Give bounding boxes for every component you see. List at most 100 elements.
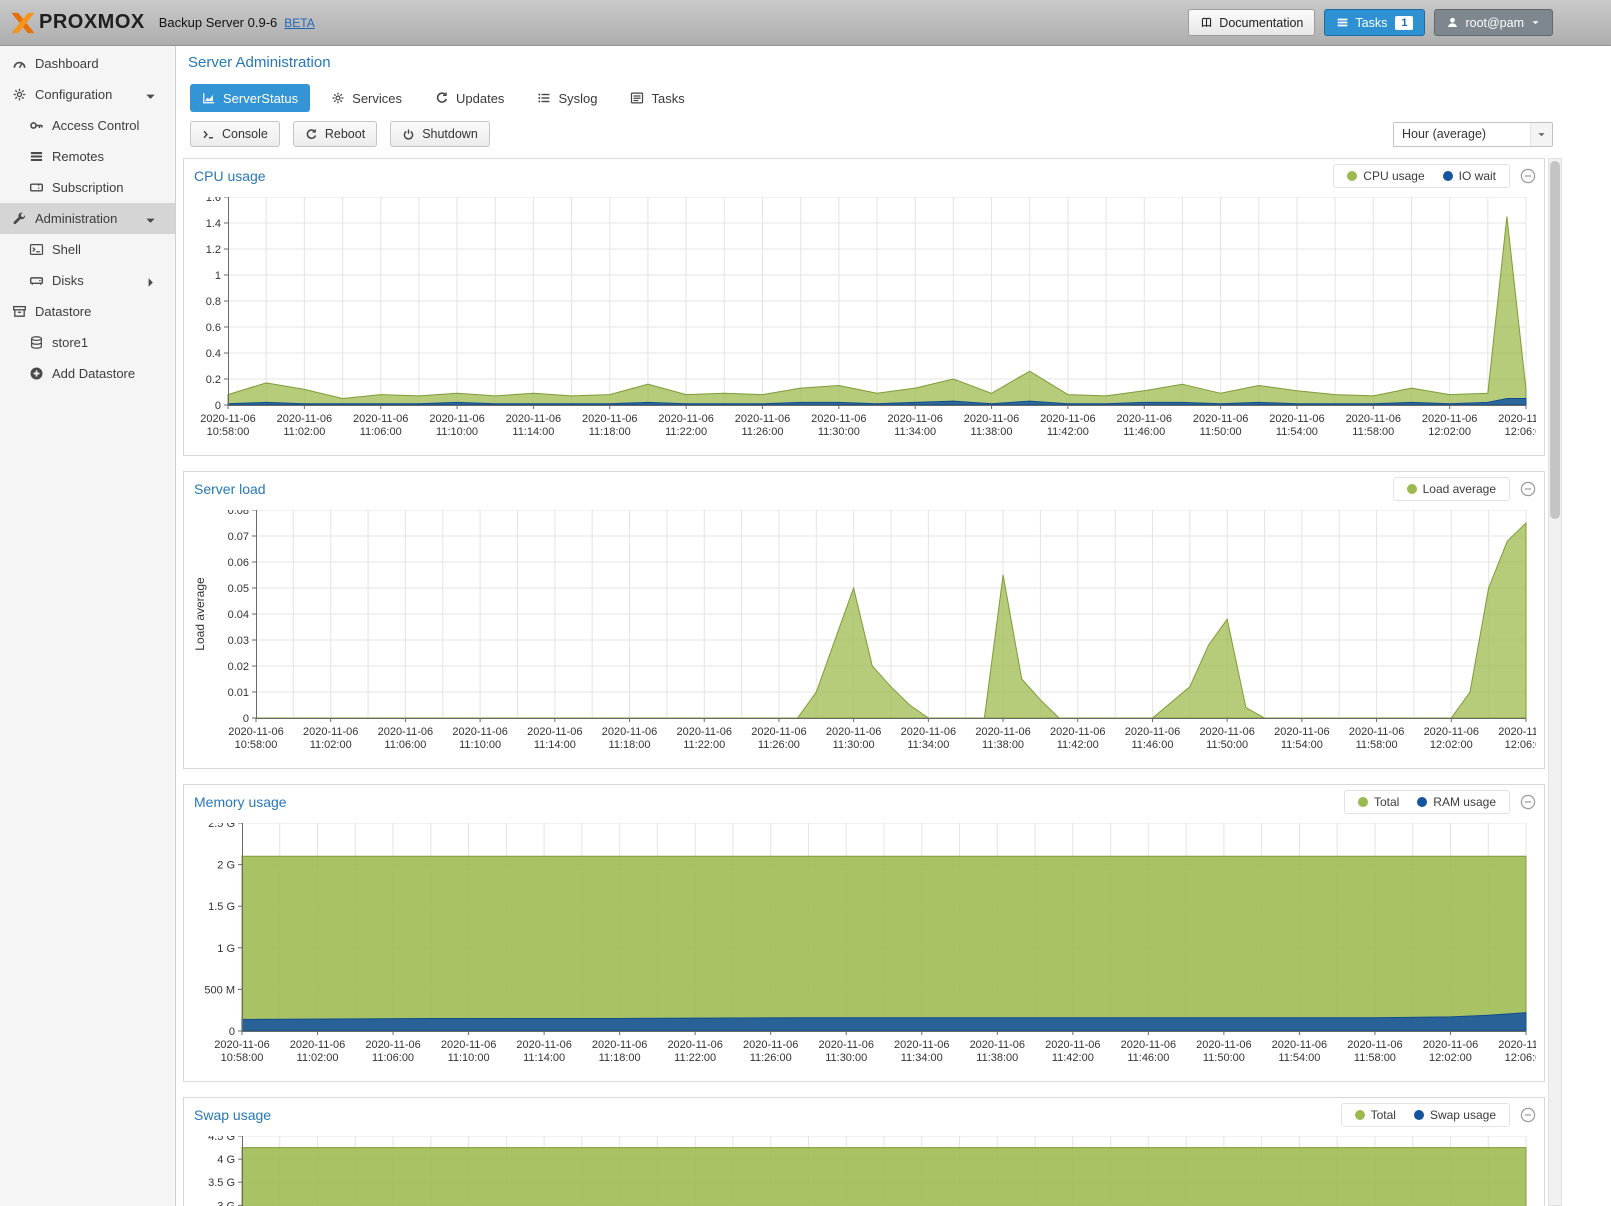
scrollbar-thumb[interactable] xyxy=(1550,161,1560,519)
legend-dot-icon xyxy=(1358,797,1368,807)
product-version: Backup Server 0.9-6 xyxy=(159,15,278,30)
svg-text:11:26:00: 11:26:00 xyxy=(741,426,783,438)
svg-text:2020-11-06: 2020-11-06 xyxy=(894,1039,949,1051)
svg-text:11:26:00: 11:26:00 xyxy=(750,1052,792,1064)
tab-services[interactable]: Services xyxy=(319,84,414,112)
legend-item-swap-usage[interactable]: Swap usage xyxy=(1414,1108,1496,1122)
ticket-icon xyxy=(28,180,44,195)
sidebar-item-administration[interactable]: Administration xyxy=(0,203,175,234)
legend-item-cpu-usage[interactable]: CPU usage xyxy=(1347,169,1424,183)
svg-text:0: 0 xyxy=(215,400,221,412)
panel-collapse-button[interactable] xyxy=(1520,1107,1536,1123)
sidebar-item-store1[interactable]: store1 xyxy=(0,327,175,358)
svg-text:11:46:00: 11:46:00 xyxy=(1127,1052,1169,1064)
interval-select[interactable]: Hour (average) xyxy=(1393,122,1553,147)
sidebar-item-access-control[interactable]: Access Control xyxy=(0,110,175,141)
svg-text:11:14:00: 11:14:00 xyxy=(523,1052,565,1064)
server-load-chart: 00.010.020.030.040.050.060.070.082020-11… xyxy=(192,510,1536,762)
tab-server-status[interactable]: ServerStatus xyxy=(190,84,310,112)
legend-label: Swap usage xyxy=(1430,1108,1496,1122)
user-menu-button[interactable]: root@pam xyxy=(1434,9,1553,36)
archive-icon xyxy=(11,304,27,319)
panel-header: Memory usageTotalRAM usage xyxy=(184,785,1544,819)
svg-text:11:14:00: 11:14:00 xyxy=(512,426,554,438)
panel-collapse-button[interactable] xyxy=(1520,794,1536,810)
svg-text:11:18:00: 11:18:00 xyxy=(599,1052,641,1064)
sidebar-item-subscription[interactable]: Subscription xyxy=(0,172,175,203)
beta-link[interactable]: BETA xyxy=(284,16,314,30)
svg-text:1: 1 xyxy=(215,270,221,282)
swap-usage-chart-area: 0500 M1 G1.5 G2 G2.5 G3 G3.5 G4 G4.5 G20… xyxy=(192,1136,1536,1206)
panel-body: 0500 M1 G1.5 G2 G2.5 G3 G3.5 G4 G4.5 G20… xyxy=(184,1132,1544,1206)
svg-text:2020-11-06: 2020-11-06 xyxy=(429,413,484,425)
svg-text:0.6: 0.6 xyxy=(206,322,221,334)
svg-text:2020-11-06: 2020-11-06 xyxy=(751,726,806,738)
swap-usage-chart: 0500 M1 G1.5 G2 G2.5 G3 G3.5 G4 G4.5 G20… xyxy=(192,1136,1536,1206)
legend-dot-icon xyxy=(1407,484,1417,494)
legend-item-total[interactable]: Total xyxy=(1355,1108,1396,1122)
documentation-button[interactable]: Documentation xyxy=(1188,9,1315,36)
svg-text:1 G: 1 G xyxy=(217,943,235,955)
legend-dot-icon xyxy=(1414,1110,1424,1120)
console-button[interactable]: Console xyxy=(190,121,280,147)
database-icon xyxy=(28,335,44,350)
svg-text:0.4: 0.4 xyxy=(206,348,221,360)
svg-text:10:58:00: 10:58:00 xyxy=(235,739,278,751)
minus-circle-icon xyxy=(1520,168,1536,184)
tab-updates[interactable]: Updates xyxy=(423,84,516,112)
svg-text:11:14:00: 11:14:00 xyxy=(534,739,576,751)
svg-text:2020-11-06: 2020-11-06 xyxy=(1199,726,1254,738)
svg-text:2020-11-06: 2020-11-06 xyxy=(1498,726,1536,738)
tab-label: Services xyxy=(352,91,402,106)
sidebar-item-label: Add Datastore xyxy=(52,366,135,381)
sidebar-item-configuration[interactable]: Configuration xyxy=(0,79,175,110)
legend-label: Total xyxy=(1374,795,1399,809)
panel-body: 00.010.020.030.040.050.060.070.082020-11… xyxy=(184,506,1544,768)
chart-area-icon xyxy=(202,91,216,105)
svg-text:2020-11-06: 2020-11-06 xyxy=(901,726,956,738)
svg-text:2020-11-06: 2020-11-06 xyxy=(365,1039,420,1051)
svg-text:11:58:00: 11:58:00 xyxy=(1354,1052,1396,1064)
legend-item-total[interactable]: Total xyxy=(1358,795,1399,809)
brand-text: PROXMOX xyxy=(39,11,145,34)
panel-collapse-button[interactable] xyxy=(1520,168,1536,184)
panel-collapse-button[interactable] xyxy=(1520,481,1536,497)
legend-item-ram-usage[interactable]: RAM usage xyxy=(1417,795,1496,809)
sidebar-item-label: Datastore xyxy=(35,304,91,319)
svg-text:11:30:00: 11:30:00 xyxy=(825,1052,867,1064)
svg-text:0.02: 0.02 xyxy=(228,661,249,673)
sidebar-item-dashboard[interactable]: Dashboard xyxy=(0,48,175,79)
sidebar-item-disks[interactable]: Disks xyxy=(0,265,175,296)
tasks-button[interactable]: Tasks 1 xyxy=(1324,9,1425,36)
svg-text:11:10:00: 11:10:00 xyxy=(459,739,501,751)
vertical-scrollbar[interactable] xyxy=(1548,158,1562,1206)
sidebar-item-datastore[interactable]: Datastore xyxy=(0,296,175,327)
panel-swap-usage: Swap usageTotalSwap usage0500 M1 G1.5 G2… xyxy=(183,1097,1545,1206)
prompt-icon xyxy=(202,128,215,141)
chart-legend: Total RAM usage xyxy=(1344,790,1510,814)
svg-text:0: 0 xyxy=(229,1026,235,1038)
reboot-button[interactable]: Reboot xyxy=(293,121,377,147)
svg-text:11:50:00: 11:50:00 xyxy=(1206,739,1248,751)
legend-item-load-average[interactable]: Load average xyxy=(1407,482,1496,496)
refresh-icon xyxy=(305,128,318,141)
legend-dot-icon xyxy=(1355,1110,1365,1120)
tab-syslog[interactable]: Syslog xyxy=(525,84,609,112)
sidebar-item-add-datastore[interactable]: Add Datastore xyxy=(0,358,175,389)
svg-text:11:38:00: 11:38:00 xyxy=(976,1052,1018,1064)
svg-text:2020-11-06: 2020-11-06 xyxy=(1050,726,1105,738)
sidebar-item-label: Configuration xyxy=(35,87,112,102)
svg-text:2020-11-06: 2020-11-06 xyxy=(658,413,713,425)
caret-down-icon[interactable] xyxy=(1530,123,1552,146)
shutdown-button[interactable]: Shutdown xyxy=(390,121,490,147)
legend-label: CPU usage xyxy=(1363,169,1424,183)
legend-item-io-wait[interactable]: IO wait xyxy=(1443,169,1496,183)
tab-tasks[interactable]: Tasks xyxy=(618,84,696,112)
svg-text:2020-11-06: 2020-11-06 xyxy=(277,413,332,425)
sidebar-item-shell[interactable]: Shell xyxy=(0,234,175,265)
svg-text:11:02:00: 11:02:00 xyxy=(283,426,325,438)
sidebar-item-label: Access Control xyxy=(52,118,139,133)
svg-text:2020-11-06: 2020-11-06 xyxy=(1498,413,1536,425)
sidebar-item-remotes[interactable]: Remotes xyxy=(0,141,175,172)
svg-text:11:02:00: 11:02:00 xyxy=(310,739,352,751)
